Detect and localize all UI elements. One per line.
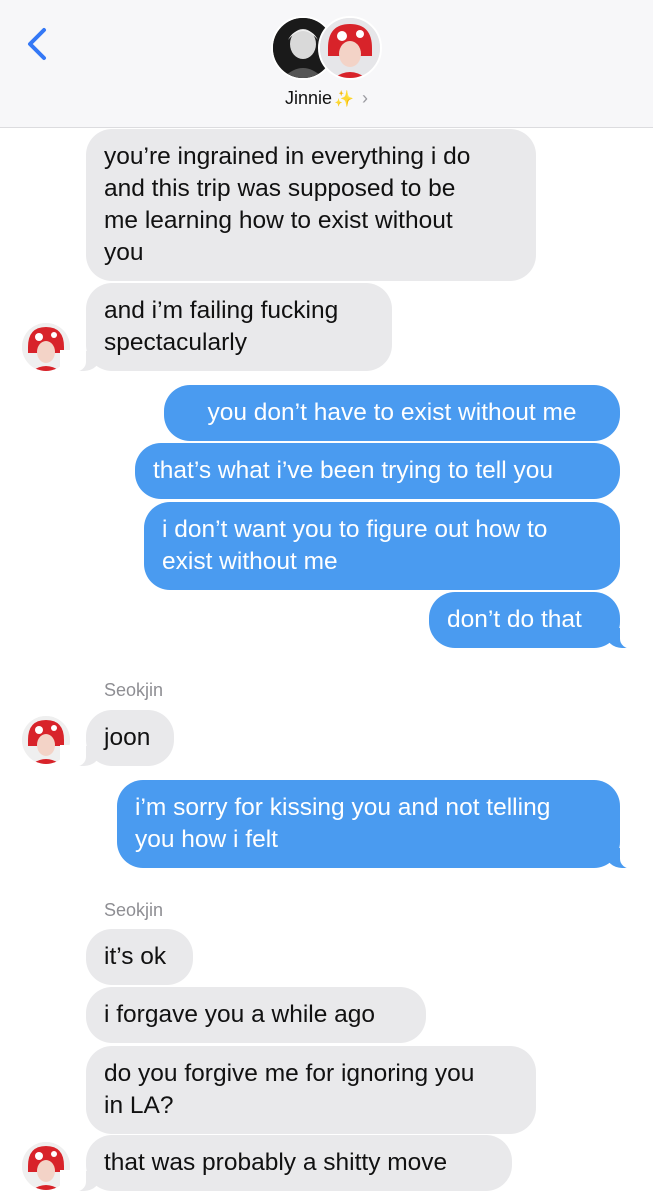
message-line: you don’t have to exist without me [207,399,577,426]
message-bubble-outgoing[interactable]: you don’t have to exist without me [164,385,620,441]
conversation-header: Jinnie ✨ › [0,0,653,128]
message-line: spectacularly [104,329,247,356]
message-line: i forgave you a while ago [104,1001,376,1028]
message-line: it’s ok [104,943,167,970]
back-button[interactable] [22,26,54,62]
person-red-hat-icon [320,18,380,78]
message-line: and this trip was supposed to be [104,175,456,202]
sender-name: Seokjin [104,900,164,920]
message-bubble-outgoing[interactable]: that’s what i’ve been trying to tell you [135,443,620,499]
message-line: and i’m failing fucking [104,297,339,324]
message-line: you how i felt [135,826,278,853]
sender-name: Seokjin [104,680,164,700]
sparkle-emoji: ✨ [334,91,354,108]
message-line: me learning how to exist without [104,207,453,234]
message-line: do you forgive me for ignoring you [104,1060,475,1087]
message-line: in LA? [104,1092,174,1119]
message-bubble-incoming[interactable]: do you forgive me for ignoring you in LA… [86,1046,536,1134]
message-line: that was probably a shitty move [104,1149,448,1176]
message-bubble-incoming[interactable]: i forgave you a while ago [86,987,426,1043]
message-bubble-incoming[interactable]: and i’m failing fucking spectacularly [60,283,392,372]
message-bubble-outgoing[interactable]: don’t do that [429,592,646,649]
chevron-left-icon [28,28,46,60]
message-line: don’t do that [447,606,582,633]
message-line: joon [104,724,151,751]
contact-name: Jinnie [285,88,333,108]
contact-avatar-2[interactable] [318,16,382,80]
message-line: that’s what i’ve been trying to tell you [153,457,553,484]
message-bubble-incoming[interactable]: that was probably a shitty move [60,1135,512,1192]
message-bubble-outgoing[interactable]: i don’t want you to figure out how to ex… [144,502,620,590]
chevron-right-icon: › [361,88,368,108]
message-bubble-incoming[interactable]: joon [60,710,174,767]
message-line: i don’t want you to figure out how to [162,516,548,543]
message-line: you’re ingrained in everything i do [104,143,471,170]
message-line: exist without me [162,548,338,575]
message-bubble-outgoing[interactable]: i’m sorry for kissing you and not tellin… [117,780,646,869]
message-line: i’m sorry for kissing you and not tellin… [135,794,551,821]
contact-name-button[interactable]: Jinnie ✨ › [0,88,653,109]
message-line: you [104,239,144,266]
message-bubble-incoming[interactable]: it’s ok [86,929,193,985]
message-bubble-incoming[interactable]: you’re ingrained in everything i do and … [86,129,536,281]
